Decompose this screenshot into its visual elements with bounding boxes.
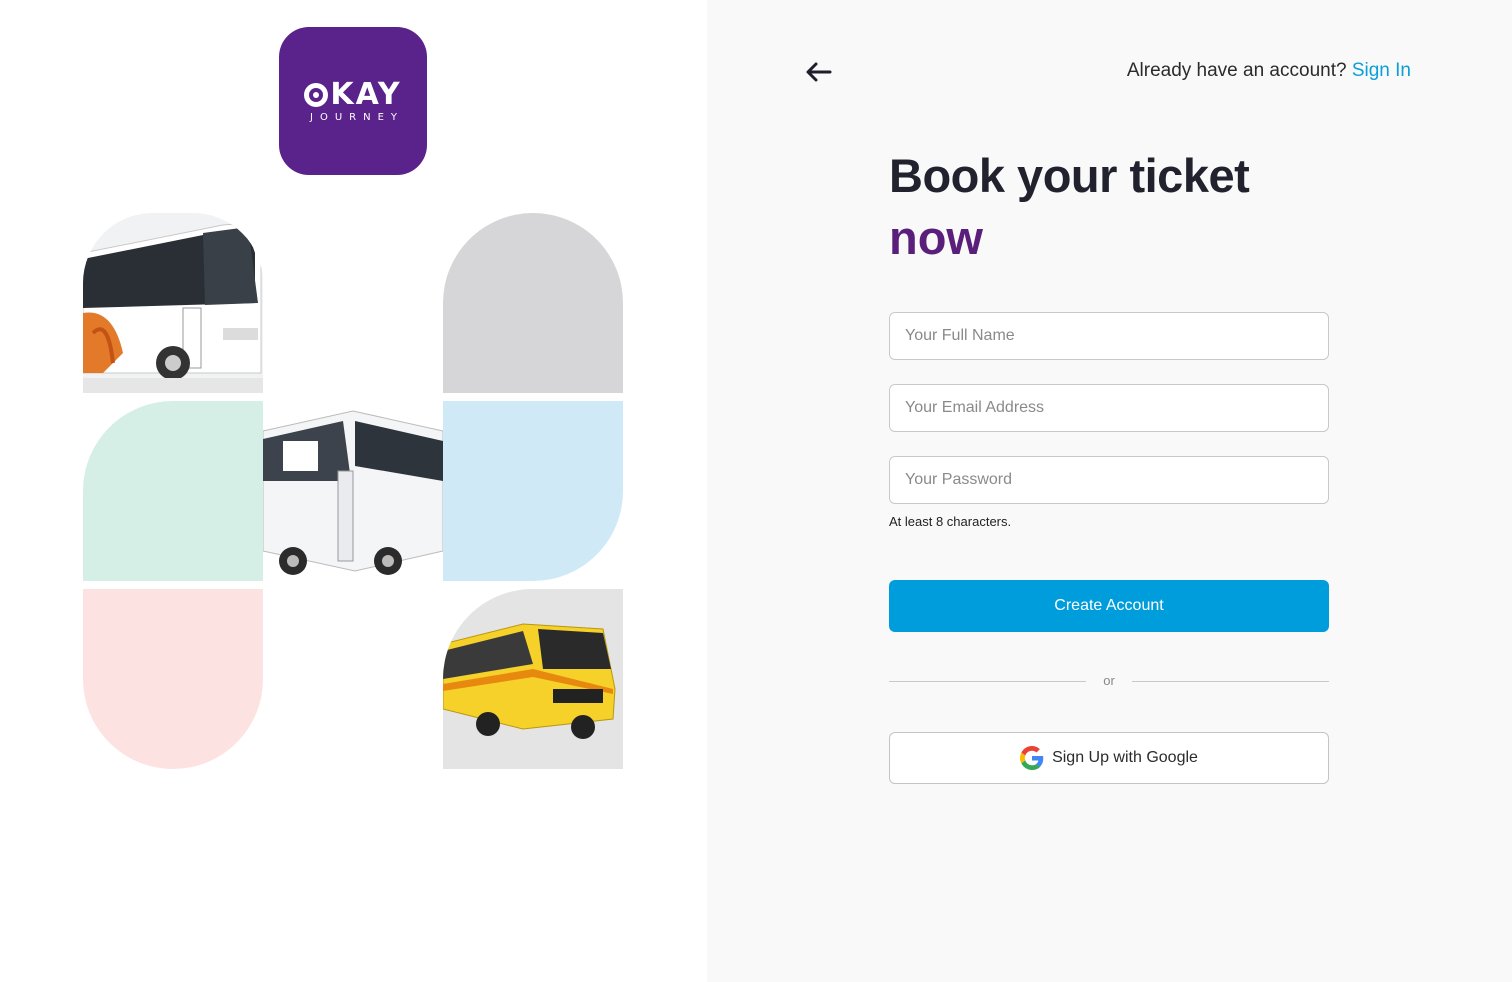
page-title: Book your ticket	[889, 149, 1250, 202]
have-account-row: Already have an account? Sign In	[1127, 60, 1411, 82]
full-name-input[interactable]	[889, 312, 1329, 360]
left-panel: KAY JOURNEY	[0, 0, 707, 982]
bus-image-yellow	[443, 589, 623, 769]
brand-logo: KAY JOURNEY	[279, 27, 427, 175]
bus-image-tile-2	[263, 401, 443, 581]
logo-word: KAY	[330, 76, 402, 112]
email-input[interactable]	[889, 384, 1329, 432]
create-account-button[interactable]: Create Account	[889, 580, 1329, 632]
decor-tile-gray	[443, 213, 623, 393]
bus-image-white	[263, 401, 443, 581]
google-icon	[1020, 746, 1044, 770]
arrow-left-icon[interactable]	[804, 58, 834, 86]
password-input[interactable]	[889, 456, 1329, 504]
password-hint: At least 8 characters.	[889, 514, 1012, 529]
divider-line-right	[1132, 681, 1329, 682]
divider-line-left	[889, 681, 1086, 682]
divider-text: or	[1103, 673, 1115, 688]
bus-image-tile-1	[83, 213, 263, 393]
google-signup-label: Sign Up with Google	[1052, 749, 1198, 766]
have-account-text: Already have an account?	[1126, 60, 1347, 81]
logo-wheel-icon	[304, 82, 329, 107]
decor-tile-sky	[443, 401, 623, 581]
logo-subtitle: JOURNEY	[310, 111, 404, 123]
google-signup-button[interactable]: Sign Up with Google	[889, 732, 1329, 784]
sign-in-link[interactable]: Sign In	[1352, 60, 1411, 81]
bus-image-orange	[83, 213, 263, 393]
decor-tile-mint	[83, 401, 263, 581]
page-title-accent: now	[889, 211, 983, 264]
decor-tile-pink	[83, 589, 263, 769]
bus-image-tile-3	[443, 589, 623, 769]
